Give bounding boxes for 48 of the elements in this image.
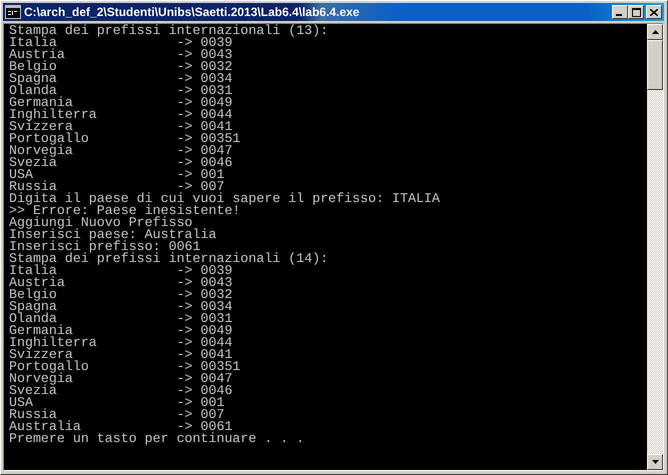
minimize-button[interactable] [612,5,628,19]
window-title: C:\arch_def_2\Studenti\Unibs\Saetti.2013\Lab6.4\lab6.4.exe [24,5,360,19]
console-line: Inghilterra -> 0044 [9,109,234,121]
console-line: Austria -> 0043 [9,277,234,289]
close-button[interactable] [646,5,662,19]
console-line: Spagna -> 0034 [9,73,234,85]
console-line: Germania -> 0049 [9,97,234,109]
console-line: Inghilterra -> 0044 [9,337,234,349]
console-line: Russia -> 007 [9,409,224,421]
console-line: Stampa dei prefissi internazionali (14): [9,253,330,265]
maximize-icon [632,8,640,16]
scroll-down-button[interactable] [647,454,663,470]
console-line: Austria -> 0043 [9,49,234,61]
console-line: Premere un tasto per continuare . . . [9,433,306,445]
console-line: Norvegia -> 0047 [9,373,234,385]
console-line: Russia -> 007 [9,181,226,193]
console-line: Norvegia -> 0047 [9,145,234,157]
console-line: Olanda -> 0031 [9,85,234,97]
console-line: USA -> 001 [9,169,226,181]
scroll-thumb[interactable] [647,40,663,90]
console-line: Stampa dei prefissi internazionali (13): [9,25,330,37]
scrollbar[interactable] [647,24,663,470]
console-line: Australia -> 0061 [9,421,232,433]
console-line: Svizzera -> 0041 [9,349,232,361]
console-line: Portogallo -> 00351 [9,133,242,145]
console-line: Olanda -> 0031 [9,313,234,325]
console-line: Svezia -> 0046 [9,385,234,397]
console-line: Aggiungi Nuovo Prefisso [9,217,193,229]
console-line: Belgio -> 0032 [9,61,234,73]
console-line: Belgio -> 0032 [9,289,234,301]
console-line: Germania -> 0049 [9,325,234,337]
console-line: Italia -> 0039 [9,265,234,277]
close-icon [650,8,658,16]
console-line: >> Errore: Paese inesistente! [9,205,240,217]
console-icon [5,5,21,19]
scroll-up-button[interactable] [647,24,663,40]
up-triangle-icon [652,30,658,34]
console-line: Svizzera -> 0041 [9,121,232,133]
down-triangle-icon [652,460,658,464]
console-line: Digita il paese di cui vuoi sapere il prefisso: ITALIA [9,193,441,205]
console-line: Spagna -> 0034 [9,301,234,313]
console-line: USA -> 001 [9,397,226,409]
console-line: Italia -> 0039 [9,37,234,49]
console-line: Inserisci prefisso: 0061 [9,241,201,253]
console-line: Portogallo -> 00351 [9,361,242,373]
console-line: Svezia -> 0046 [9,157,234,169]
maximize-button[interactable] [628,5,644,19]
console-line: Inserisci paese: Australia [9,229,218,241]
